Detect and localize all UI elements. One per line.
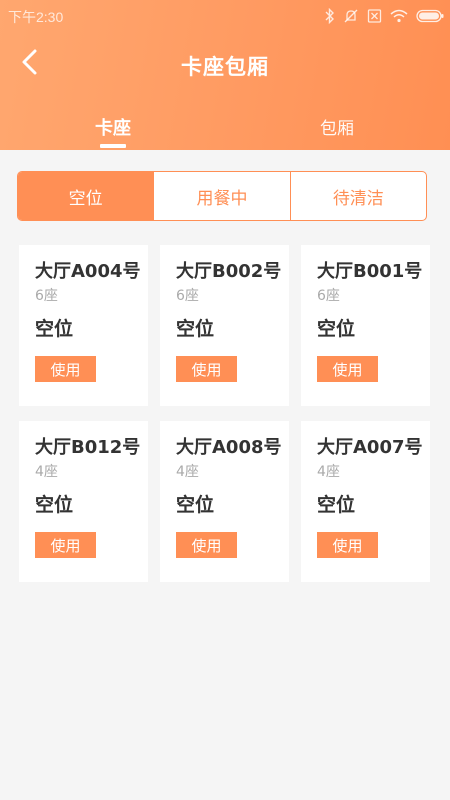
table-card[interactable]: 大厅A007号 4座 空位 使用	[301, 421, 430, 582]
table-card[interactable]: 大厅A008号 4座 空位 使用	[160, 421, 289, 582]
table-card[interactable]: 大厅A004号 6座 空位 使用	[19, 245, 148, 406]
sim-icon	[367, 8, 382, 24]
use-button[interactable]: 使用	[176, 532, 237, 558]
tab-booth-label: 卡座	[95, 118, 131, 139]
table-name: 大厅B002号	[176, 261, 282, 282]
title-bar: 卡座包厢	[0, 40, 450, 88]
status-time: 下午2:30	[8, 9, 64, 25]
table-status: 空位	[317, 494, 356, 516]
table-seats: 4座	[317, 464, 340, 480]
use-button[interactable]: 使用	[176, 356, 237, 382]
table-name: 大厅A004号	[35, 261, 141, 282]
table-seats: 6座	[35, 288, 58, 304]
header: 下午2:30 卡座包厢 卡座 包厢	[0, 0, 450, 150]
table-seats: 4座	[35, 464, 58, 480]
table-name: 大厅B012号	[35, 437, 141, 458]
use-button[interactable]: 使用	[317, 532, 378, 558]
table-seats: 6座	[176, 288, 199, 304]
status-icons	[325, 6, 444, 26]
filter-vacant[interactable]: 空位	[18, 172, 154, 220]
use-button[interactable]: 使用	[35, 532, 96, 558]
battery-icon	[416, 9, 444, 23]
table-status: 空位	[35, 494, 74, 516]
tab-private-room-label: 包厢	[320, 119, 354, 139]
wifi-icon	[390, 9, 408, 23]
filter-to-clean[interactable]: 待清洁	[289, 172, 426, 220]
table-card[interactable]: 大厅B001号 6座 空位 使用	[301, 245, 430, 406]
table-seats: 6座	[317, 288, 340, 304]
use-button[interactable]: 使用	[35, 356, 96, 382]
tab-private-room[interactable]: 包厢	[277, 108, 397, 150]
table-card[interactable]: 大厅B002号 6座 空位 使用	[160, 245, 289, 406]
page-title: 卡座包厢	[181, 55, 269, 79]
mute-icon	[343, 8, 359, 24]
table-status: 空位	[176, 494, 215, 516]
table-status: 空位	[176, 318, 215, 340]
table-name: 大厅A007号	[317, 437, 423, 458]
bluetooth-icon	[325, 8, 335, 24]
table-name: 大厅A008号	[176, 437, 282, 458]
top-tabs: 卡座 包厢	[0, 108, 450, 150]
table-seats: 4座	[176, 464, 199, 480]
table-status: 空位	[35, 318, 74, 340]
status-filter: 空位 用餐中 待清洁	[17, 171, 427, 221]
table-card[interactable]: 大厅B012号 4座 空位 使用	[19, 421, 148, 582]
tab-booth[interactable]: 卡座	[53, 108, 173, 150]
tab-active-underline	[100, 144, 126, 148]
status-bar: 下午2:30	[0, 0, 450, 32]
table-status: 空位	[317, 318, 356, 340]
table-name: 大厅B001号	[317, 261, 423, 282]
use-button[interactable]: 使用	[317, 356, 378, 382]
filter-dining[interactable]: 用餐中	[153, 172, 289, 220]
